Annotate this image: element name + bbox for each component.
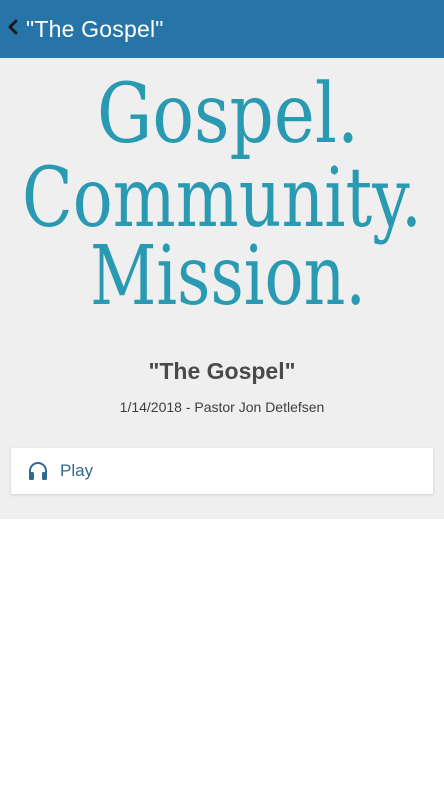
- artwork-line-gospel: Gospel.: [97, 67, 359, 162]
- page-title: "The Gospel": [26, 15, 164, 42]
- chevron-left-icon: [7, 19, 19, 40]
- sermon-meta: 1/14/2018 - Pastor Jon Detlefsen: [119, 399, 325, 415]
- play-button[interactable]: Play: [11, 448, 433, 494]
- app-bar: "The Gospel": [0, 0, 444, 58]
- sermon-content: Gospel. Community. Mission. "The Gospel"…: [0, 58, 444, 519]
- sermon-title: "The Gospel": [148, 358, 296, 384]
- headphones-icon: [26, 459, 50, 483]
- play-label: Play: [60, 461, 94, 480]
- artwork-line-mission: Mission.: [90, 229, 366, 320]
- back-button[interactable]: [0, 0, 26, 58]
- series-artwork: Gospel. Community. Mission.: [0, 58, 444, 324]
